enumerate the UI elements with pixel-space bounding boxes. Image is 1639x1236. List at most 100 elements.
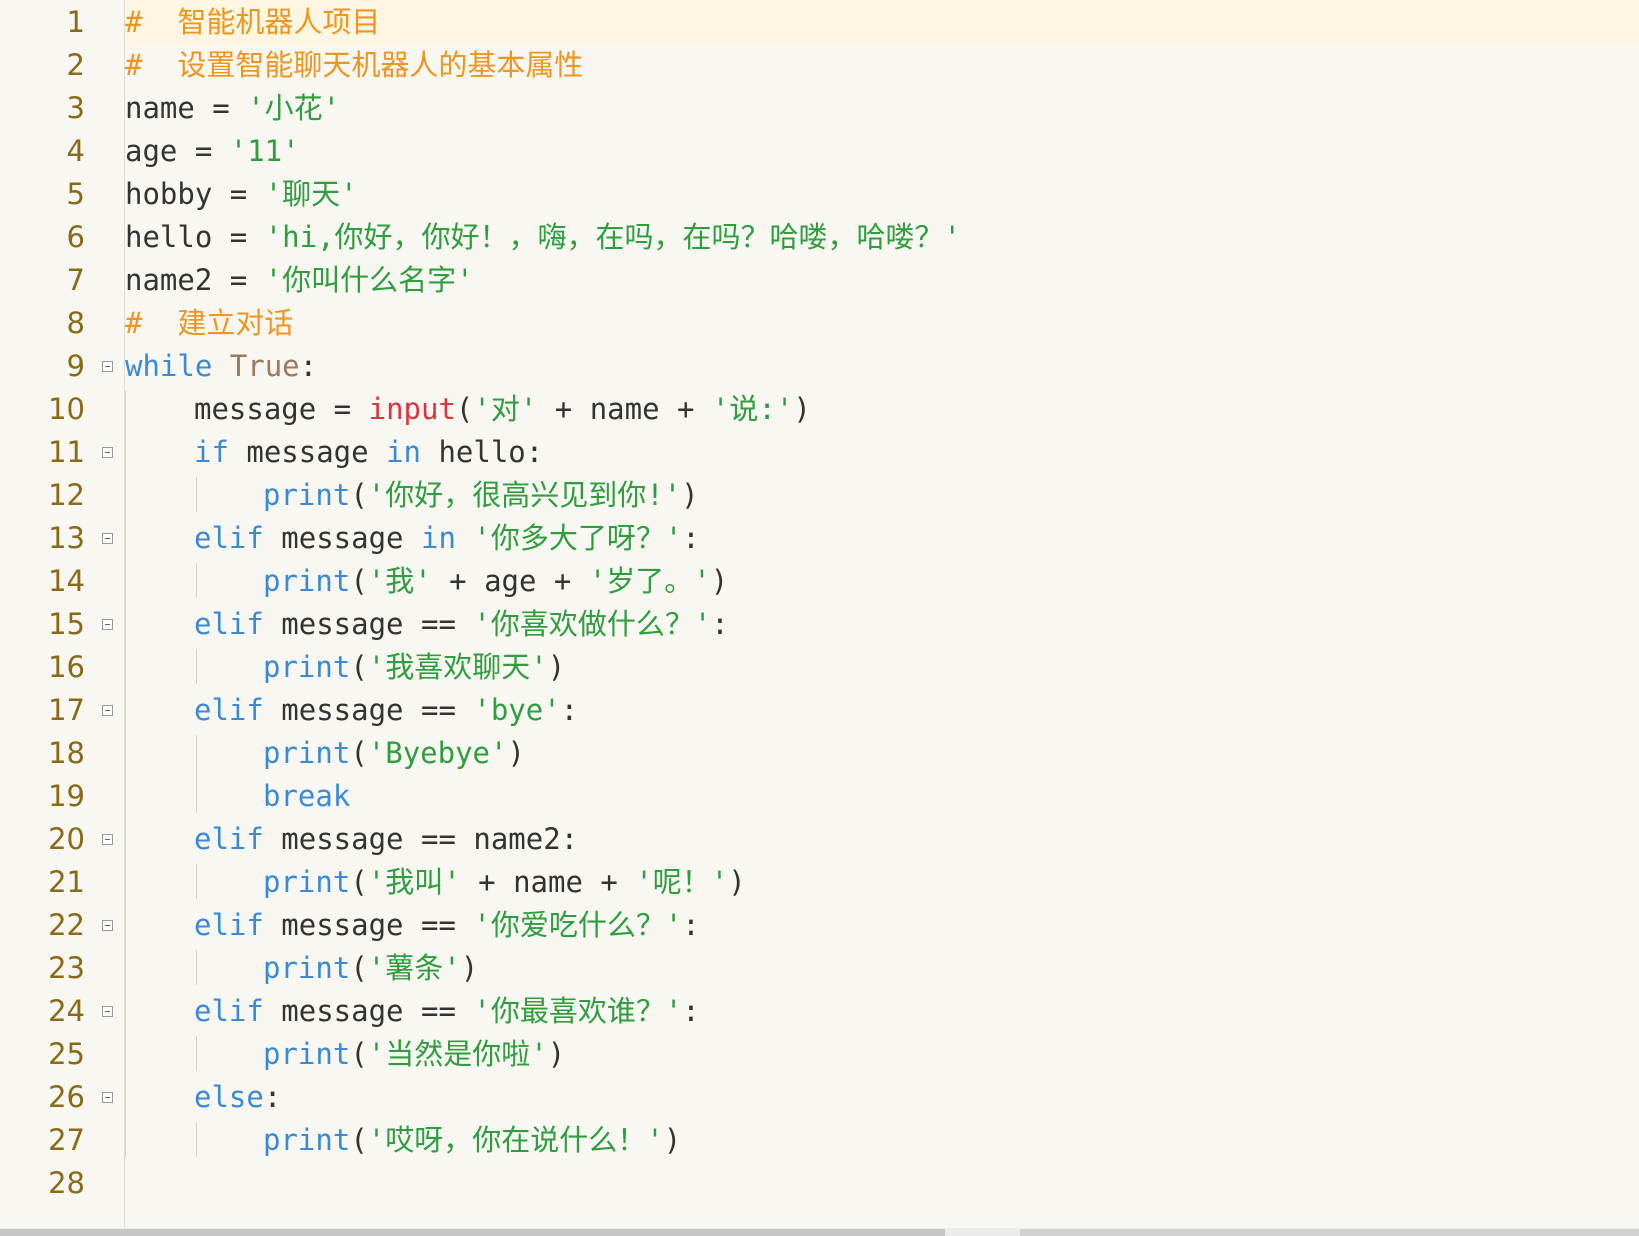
line-number[interactable]: 22: [0, 903, 85, 948]
line-number[interactable]: 3: [0, 86, 85, 131]
code-line[interactable]: print('Byebye'): [125, 731, 525, 776]
code-token: input: [368, 392, 456, 426]
line-number[interactable]: 17: [0, 688, 85, 733]
code-line[interactable]: print('我喜欢聊天'): [125, 645, 565, 690]
code-line[interactable]: elif message == '你最喜欢谁？':: [125, 989, 700, 1034]
code-line[interactable]: name2 = '你叫什么名字': [125, 258, 474, 303]
fold-toggle-icon[interactable]: [102, 834, 113, 845]
line-number[interactable]: 11: [0, 430, 85, 475]
line-number[interactable]: 24: [0, 989, 85, 1034]
indent-guide: [196, 563, 197, 598]
indent-guide: [196, 735, 197, 813]
line-number[interactable]: 5: [0, 172, 85, 217]
line-number[interactable]: 25: [0, 1032, 85, 1077]
code-line[interactable]: elif message == 'bye':: [125, 688, 578, 733]
code-token: '呢！': [635, 865, 729, 899]
code-editor[interactable]: 1 2 3 4 5 6 7 8 9 10 11 12 13 14 15 16 17 18 19 20 21 22 23 24 2…: [0, 0, 1639, 1236]
indent-guide: [196, 1036, 197, 1071]
code-token: '聊天': [264, 177, 358, 211]
horizontal-scrollbar-segment[interactable]: [1020, 1229, 1639, 1236]
code-token: :: [560, 693, 579, 727]
code-token: '当然是你啦': [367, 1037, 548, 1071]
code-token: hello =: [125, 220, 265, 254]
fold-toggle-icon[interactable]: [102, 1006, 113, 1017]
line-number[interactable]: 6: [0, 215, 85, 260]
line-number[interactable]: 4: [0, 129, 85, 174]
line-number[interactable]: 20: [0, 817, 85, 862]
code-line[interactable]: hobby = '聊天': [125, 172, 358, 217]
fold-toggle-icon[interactable]: [102, 447, 113, 458]
line-number[interactable]: 14: [0, 559, 85, 604]
code-token: '哎呀，你在说什么！': [367, 1123, 664, 1157]
code-line[interactable]: break: [125, 774, 350, 819]
line-number[interactable]: 21: [0, 860, 85, 905]
fold-toggle-icon[interactable]: [102, 920, 113, 931]
code-token: break: [263, 779, 351, 813]
code-token: print: [263, 865, 351, 899]
line-number[interactable]: 1: [0, 0, 85, 45]
code-line[interactable]: print('我叫' + name + '呢！'): [125, 860, 746, 905]
code-token: '你好，很高兴见到你!': [367, 478, 682, 512]
line-number[interactable]: 19: [0, 774, 85, 819]
code-line[interactable]: else:: [125, 1075, 281, 1120]
line-number[interactable]: 8: [0, 301, 85, 346]
line-number[interactable]: 9: [0, 344, 85, 389]
code-line[interactable]: # 智能机器人项目: [125, 0, 380, 45]
code-token: (: [350, 1037, 368, 1071]
code-line[interactable]: print('薯条'): [125, 946, 478, 991]
line-number[interactable]: 27: [0, 1118, 85, 1163]
code-line[interactable]: # 设置智能聊天机器人的基本属性: [125, 43, 583, 88]
fold-toggle-icon[interactable]: [102, 1092, 113, 1103]
code-token: :: [682, 521, 700, 555]
line-number[interactable]: 7: [0, 258, 85, 303]
line-number[interactable]: 2: [0, 43, 85, 88]
code-line[interactable]: elif message == '你喜欢做什么？':: [125, 602, 729, 647]
code-line[interactable]: print('你好，很高兴见到你!'): [125, 473, 699, 518]
line-number-gutter[interactable]: 1 2 3 4 5 6 7 8 9 10 11 12 13 14 15 16 17 18 19 20 21 22 23 24 2…: [0, 0, 124, 1236]
line-number[interactable]: 10: [0, 387, 85, 432]
code-token: message ==: [263, 693, 474, 727]
indent-guide: [125, 391, 126, 1157]
code-token: (: [350, 865, 368, 899]
code-token: ): [710, 564, 729, 598]
horizontal-scrollbar-thumb[interactable]: [0, 1229, 945, 1236]
line-number[interactable]: 16: [0, 645, 85, 690]
code-token: print: [263, 478, 351, 512]
code-token: elif: [194, 607, 264, 641]
code-line[interactable]: if message in hello:: [125, 430, 543, 475]
code-line[interactable]: name = '小花': [125, 86, 340, 131]
fold-toggle-icon[interactable]: [102, 705, 113, 716]
code-token: name =: [125, 91, 248, 125]
line-number[interactable]: 23: [0, 946, 85, 991]
code-line[interactable]: while True:: [125, 344, 317, 389]
fold-toggle-icon[interactable]: [102, 619, 113, 630]
line-number[interactable]: 28: [0, 1161, 85, 1206]
code-line[interactable]: print('我' + age + '岁了。'): [125, 559, 728, 604]
fold-toggle-icon[interactable]: [102, 361, 113, 372]
code-token: print: [263, 951, 351, 985]
code-token: message ==: [263, 908, 474, 942]
fold-toggle-icon[interactable]: [102, 533, 113, 544]
code-token: print: [263, 1123, 351, 1157]
code-line[interactable]: # 建立对话: [125, 301, 293, 346]
line-number[interactable]: 15: [0, 602, 85, 647]
code-token: ): [507, 736, 525, 770]
code-token: elif: [194, 908, 264, 942]
code-line[interactable]: message = input('对' + name + '说:'): [125, 387, 811, 432]
code-token: else: [194, 1080, 264, 1114]
line-number[interactable]: 18: [0, 731, 85, 776]
code-line[interactable]: hello = 'hi,你好，你好！，嗨，在吗，在吗？哈喽，哈喽？': [125, 215, 961, 260]
line-number[interactable]: 13: [0, 516, 85, 561]
code-token: :: [299, 349, 318, 383]
code-token: '11': [229, 134, 300, 168]
code-line[interactable]: elif message == '你爱吃什么？':: [125, 903, 700, 948]
code-token: '你爱吃什么？': [473, 908, 683, 942]
code-line[interactable]: elif message in '你多大了呀？':: [125, 516, 700, 561]
code-line[interactable]: age = '11': [125, 129, 300, 174]
code-token: '对': [473, 392, 538, 426]
code-line[interactable]: elif message == name2:: [125, 817, 578, 862]
line-number[interactable]: 26: [0, 1075, 85, 1120]
code-line[interactable]: print('当然是你啦'): [125, 1032, 565, 1077]
line-number[interactable]: 12: [0, 473, 85, 518]
code-line[interactable]: print('哎呀，你在说什么！'): [125, 1118, 681, 1163]
